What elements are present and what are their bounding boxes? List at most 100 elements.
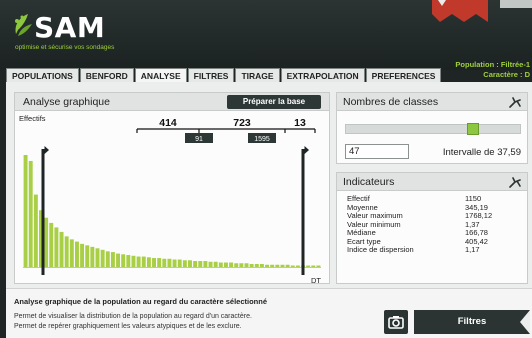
analysis-panel-title: Analyse graphique	[23, 96, 110, 108]
leaf-logo-icon	[15, 14, 32, 36]
indicators-panel-title: Indicateurs	[343, 176, 395, 188]
chart-bar	[229, 262, 234, 267]
chart-bar	[136, 256, 141, 267]
chart-bar	[121, 254, 126, 267]
chart-bar	[49, 222, 54, 267]
settings-tool-icon[interactable]	[508, 96, 522, 108]
chart-bar	[182, 260, 187, 267]
chart-bar	[162, 258, 167, 267]
classes-slider[interactable]	[345, 123, 521, 135]
chart-bar	[285, 264, 290, 267]
chart-bar	[131, 255, 136, 267]
indicator-value: 1,17	[465, 245, 480, 254]
tab-analyse[interactable]: ANALYSE	[134, 68, 187, 82]
segment-count: 723	[233, 117, 251, 129]
classes-panel-title: Nombres de classes	[343, 96, 439, 108]
chart-bar	[172, 259, 177, 267]
chart-bar	[23, 155, 28, 267]
chart-bar	[126, 255, 131, 267]
chart-bar	[208, 261, 213, 267]
chart-bar	[234, 263, 239, 267]
cursor-arrow-icon	[44, 146, 49, 154]
chart-bar	[167, 258, 172, 267]
indicators-table: Effectif 1150 Moyenne 345,19 Valeur maximu…	[347, 194, 525, 255]
x-axis-label: DT	[311, 276, 321, 285]
logo-tagline: optimise et sécurise vos sondages	[15, 44, 115, 51]
filtres-button-label: Filtres	[457, 316, 487, 327]
chart-bar	[270, 264, 275, 267]
indicator-row: Indice de dispersion 1,17	[347, 245, 525, 255]
tab-extrapolation[interactable]: EXTRAPOLATION	[280, 68, 365, 82]
screenshot-button[interactable]	[384, 310, 408, 334]
chart-bar	[95, 248, 100, 267]
chart-bar	[244, 263, 249, 267]
chart-bar	[54, 227, 59, 267]
chart-bar	[64, 236, 69, 267]
classes-count-input[interactable]	[345, 144, 409, 159]
tab-populations[interactable]: POPULATIONS	[6, 68, 79, 82]
app-header: SAM optimise et sécurise vos sondages Po…	[0, 0, 532, 79]
chart-bar	[265, 264, 270, 267]
indicators-panel-header: Indicateurs	[337, 173, 527, 191]
analysis-panel: Analyse graphique Préparer la base Effec…	[14, 92, 330, 285]
ribbon-icon	[432, 0, 488, 22]
chart-bar	[259, 264, 264, 267]
distribution-chart: Effectifs DT 414 723 13 91 1595	[19, 114, 321, 285]
chart-bar	[177, 259, 182, 267]
prepare-base-button[interactable]: Préparer la base	[227, 95, 321, 109]
chart-bar	[193, 261, 198, 267]
analysis-content: Analyse graphique Préparer la base Effec…	[6, 82, 532, 338]
tab-tirage[interactable]: TIRAGE	[235, 68, 280, 82]
help-footer: Analyse graphique de la population au re…	[6, 288, 532, 338]
sam-logo: SAM optimise et sécurise vos sondages	[12, 8, 132, 58]
indicators-panel: Indicateurs Effectif 1150 Moyenne 345,19 V…	[336, 172, 528, 284]
chart-bar	[290, 265, 295, 267]
help-title: Analyse graphique de la population au re…	[14, 297, 267, 306]
tab-bar: POPULATIONS BENFORD ANALYSE FILTRES TIRA…	[6, 68, 442, 82]
chart-bar	[28, 160, 33, 267]
chart-bar	[157, 258, 162, 267]
chart-bar	[316, 265, 321, 267]
cursor-arrow-icon	[304, 146, 309, 154]
chart-bar	[203, 261, 208, 267]
chart-bar	[85, 245, 90, 267]
tab-preferences[interactable]: PREFERENCES	[365, 68, 442, 82]
arrow-notch-icon	[520, 310, 530, 334]
chart-bar	[198, 261, 203, 267]
chart-bar	[223, 262, 228, 267]
chart-bar	[44, 217, 49, 267]
chart-bar	[254, 264, 259, 267]
y-axis-label: Effectifs	[19, 114, 46, 123]
chart-bar	[33, 194, 38, 267]
settings-tool-icon[interactable]	[508, 176, 522, 188]
segment-count: 13	[294, 117, 306, 129]
logo-text: SAM	[34, 11, 106, 44]
analysis-panel-header: Analyse graphique Préparer la base	[15, 93, 329, 111]
chart-bar	[218, 262, 223, 267]
chart-bar	[110, 252, 115, 267]
threshold-value: 1595	[254, 136, 270, 143]
tab-benford[interactable]: BENFORD	[79, 68, 134, 82]
filtres-button[interactable]: Filtres	[414, 310, 530, 334]
chart-bar	[213, 261, 218, 267]
help-line-2: Permet de repérer graphiquement les vale…	[14, 323, 242, 330]
indicator-label: Indice de dispersion	[347, 245, 414, 254]
segment-count: 414	[159, 117, 177, 129]
population-info: Population : Filtrée-1 Caractère : D	[455, 60, 530, 80]
chart-bar	[239, 263, 244, 267]
chart-bar	[275, 264, 280, 267]
population-label: Population : Filtrée-1	[455, 60, 530, 69]
chart-bar	[146, 257, 151, 267]
tab-filtres[interactable]: FILTRES	[187, 68, 235, 82]
window-corner	[500, 0, 532, 8]
character-label: Caractère : D	[483, 70, 530, 79]
chart-bar	[100, 249, 105, 267]
help-line-1: Permet de visualiser la distribution de …	[14, 313, 252, 320]
classes-slider-handle[interactable]	[467, 123, 479, 135]
chart-bar	[249, 264, 254, 267]
chart-bar	[188, 260, 192, 267]
chart-bar	[59, 231, 64, 267]
chart-bar	[280, 264, 285, 267]
chart-bar	[141, 256, 146, 267]
chart-bar	[295, 265, 300, 267]
